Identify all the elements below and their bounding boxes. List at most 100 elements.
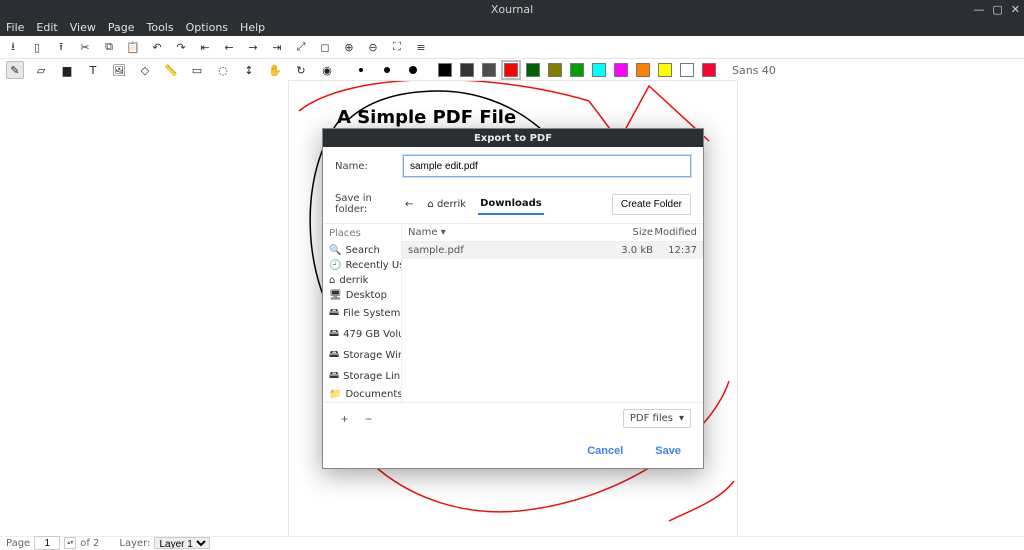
file-type-filter[interactable]: PDF files ▾ [623, 409, 691, 428]
last-page-icon[interactable]: ⇥ [270, 40, 284, 54]
window-maximize[interactable]: ▢ [992, 3, 1002, 16]
menu-tools[interactable]: Tools [146, 21, 173, 34]
crumb-downloads[interactable]: Downloads [478, 194, 544, 215]
disk-icon: 🖴 [329, 305, 339, 322]
tools-toolbar: ✎ ▱ ▆ T 🖼 ◇ 📏 ▭ ◌ ↕ ✋ ↻ ◉ Sans 40 [0, 59, 1024, 82]
open-icon[interactable]: ⭱ [54, 40, 68, 54]
zoom-fit-icon[interactable]: ⤢ [294, 40, 308, 54]
place-storage-windows[interactable]: 🖴Storage Windows [323, 345, 401, 366]
hand-tool[interactable]: ✋ [266, 61, 284, 79]
crumb-home[interactable]: ⌂ derrik [425, 195, 468, 214]
color-swatch-4[interactable] [526, 63, 540, 77]
filename-input[interactable] [403, 155, 691, 177]
file-size: 3.0 kB [615, 245, 653, 256]
vspace-tool[interactable]: ↕ [240, 61, 258, 79]
save-icon[interactable]: ⭳ [6, 40, 20, 54]
color-swatch-5[interactable] [548, 63, 562, 77]
remove-bookmark-button[interactable]: − [359, 412, 373, 426]
copy-icon[interactable]: ⧉ [102, 40, 116, 54]
layer-select[interactable]: Layer 1 [154, 537, 210, 549]
color-swatch-2[interactable] [482, 63, 496, 77]
layer-label: Layer: [119, 538, 150, 549]
recognizer-tool[interactable]: ↻ [292, 61, 310, 79]
text-tool[interactable]: T [84, 61, 102, 79]
shapes-tool[interactable]: ◇ [136, 61, 154, 79]
cancel-button[interactable]: Cancel [581, 444, 629, 458]
select-rect-tool[interactable]: ▭ [188, 61, 206, 79]
undo-icon[interactable]: ↶ [150, 40, 164, 54]
color-swatch-6[interactable] [570, 63, 584, 77]
crumb-back[interactable]: ← [403, 195, 415, 214]
next-page-icon[interactable]: → [246, 40, 260, 54]
color-swatch-1[interactable] [460, 63, 474, 77]
new-icon[interactable]: ▯ [30, 40, 44, 54]
prev-page-icon[interactable]: ← [222, 40, 236, 54]
place-file-system[interactable]: 🖴 File System [323, 303, 401, 324]
page-number-input[interactable] [34, 536, 60, 550]
select-region-tool[interactable]: ◌ [214, 61, 232, 79]
create-folder-button[interactable]: Create Folder [612, 194, 691, 215]
col-modified[interactable]: Modified [653, 227, 697, 238]
save-button[interactable]: Save [649, 444, 687, 458]
page-spinner[interactable]: ▴▾ [64, 537, 76, 549]
highlighter-tool[interactable]: ▆ [58, 61, 76, 79]
fullscreen-icon[interactable]: ⛶ [390, 40, 404, 54]
name-label: Name: [335, 161, 393, 172]
cut-icon[interactable]: ✂ [78, 40, 92, 54]
add-bookmark-button[interactable]: + [335, 412, 349, 426]
paste-icon[interactable]: 📋 [126, 40, 140, 54]
search-icon: 🔍 [329, 245, 341, 256]
color-swatch-10[interactable] [658, 63, 672, 77]
ruler-tool[interactable]: 📏 [162, 61, 180, 79]
color-swatch-9[interactable] [636, 63, 650, 77]
color-swatch-3[interactable] [504, 63, 518, 77]
place-label: Storage Linux [343, 371, 402, 382]
place-storage-linux[interactable]: 🖴Storage Linux [323, 366, 401, 387]
menu-view[interactable]: View [70, 21, 96, 34]
shape-rec-tool[interactable]: ◉ [318, 61, 336, 79]
stroke-size-0[interactable] [352, 61, 370, 79]
menu-file[interactable]: File [6, 21, 24, 34]
places-header: Places [323, 224, 401, 243]
eraser-tool[interactable]: ▱ [32, 61, 50, 79]
color-swatch-7[interactable] [592, 63, 606, 77]
col-size[interactable]: Size [615, 227, 653, 238]
place-label: 479 GB Volume [343, 329, 402, 340]
desktop-icon: 🖥 [329, 290, 342, 301]
file-row[interactable]: sample.pdf3.0 kB12:37 [402, 242, 703, 259]
place-label: File System [343, 308, 400, 319]
pen-tool[interactable]: ✎ [6, 61, 24, 79]
file-name: sample.pdf [408, 245, 615, 256]
file-list[interactable]: sample.pdf3.0 kB12:37 [402, 242, 703, 402]
menu-page[interactable]: Page [108, 21, 135, 34]
redo-icon[interactable]: ↷ [174, 40, 188, 54]
color-swatch-0[interactable] [438, 63, 452, 77]
font-label[interactable]: Sans 40 [732, 64, 776, 77]
color-swatch-12[interactable] [702, 63, 716, 77]
place-label: Storage Windows [343, 350, 402, 361]
place-derrik[interactable]: ⌂derrik [323, 273, 401, 288]
zoom-out-icon[interactable]: ⊖ [366, 40, 380, 54]
menu-options[interactable]: Options [186, 21, 228, 34]
place-recently-used[interactable]: 🕘Recently Used [323, 258, 401, 273]
image-tool[interactable]: 🖼 [110, 61, 128, 79]
menu-help[interactable]: Help [240, 21, 265, 34]
stroke-size-1[interactable] [378, 61, 396, 79]
window-minimize[interactable]: — [973, 3, 984, 16]
place-documents[interactable]: 📁Documents [323, 387, 401, 402]
color-swatch-8[interactable] [614, 63, 628, 77]
place-desktop[interactable]: 🖥Desktop [323, 288, 401, 303]
place-479-gb-volume[interactable]: 🖴479 GB Volume [323, 324, 401, 345]
file-modified: 12:37 [653, 245, 697, 256]
zoom-100-icon[interactable]: ◻ [318, 40, 332, 54]
dialog-title: Export to PDF [323, 129, 703, 147]
place-search[interactable]: 🔍Search [323, 243, 401, 258]
color-swatch-11[interactable] [680, 63, 694, 77]
layers-icon[interactable]: ≡ [414, 40, 428, 54]
window-close[interactable]: ✕ [1011, 3, 1020, 16]
zoom-in-icon[interactable]: ⊕ [342, 40, 356, 54]
col-name[interactable]: Name ▾ [408, 227, 615, 238]
menu-edit[interactable]: Edit [36, 21, 57, 34]
stroke-size-2[interactable] [404, 61, 422, 79]
first-page-icon[interactable]: ⇤ [198, 40, 212, 54]
